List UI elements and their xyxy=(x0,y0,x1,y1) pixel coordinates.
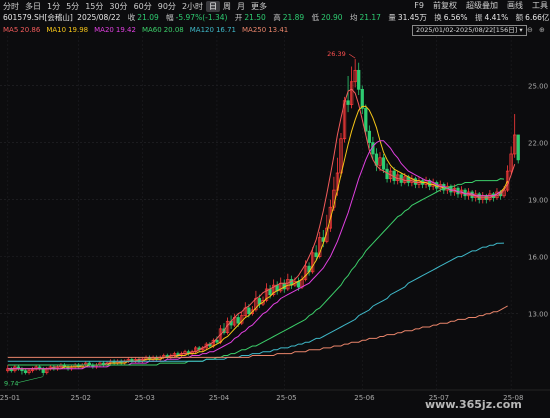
ma-line xyxy=(7,105,509,370)
candle-body xyxy=(247,307,251,315)
candle-body xyxy=(314,252,318,257)
y-tick-label: 22.00 xyxy=(528,140,548,148)
x-tick-label: 25-02 xyxy=(71,394,91,402)
ma-line xyxy=(7,140,501,370)
candle-body xyxy=(23,370,28,373)
x-tick-label: 25-01 xyxy=(0,394,20,402)
kline-chart[interactable]: 13.00 16.00 19.00 22.00 25.00 25-01 25-02 25-03… xyxy=(0,0,550,418)
candle-body xyxy=(357,69,361,90)
y-tick-label: 13.00 xyxy=(528,311,548,319)
watermark: www.365jz.com xyxy=(425,398,522,411)
low-annotation: 9.74 xyxy=(4,380,18,388)
y-tick-label: 25.00 xyxy=(528,83,548,91)
candle-body xyxy=(364,107,368,132)
low-annotation-arrow xyxy=(17,376,44,383)
y-tick-label: 19.00 xyxy=(528,197,548,205)
x-tick-label: 25-05 xyxy=(276,394,296,402)
candle-body xyxy=(367,130,371,143)
candle-body xyxy=(236,317,240,324)
candle-body xyxy=(41,368,45,373)
x-tick-label: 25-06 xyxy=(354,394,375,402)
x-tick-label: 25-03 xyxy=(134,394,154,402)
candle-body xyxy=(381,157,386,170)
ma-line xyxy=(7,88,516,370)
candle-body xyxy=(360,88,364,109)
y-tick-label: 16.00 xyxy=(528,254,548,262)
x-tick-label: 25-04 xyxy=(209,394,230,402)
candle-body xyxy=(516,134,520,161)
high-annotation: 26.39 xyxy=(327,50,346,58)
candle-body xyxy=(215,339,219,343)
candle-body xyxy=(346,100,350,105)
high-annotation-arrow xyxy=(348,53,356,59)
